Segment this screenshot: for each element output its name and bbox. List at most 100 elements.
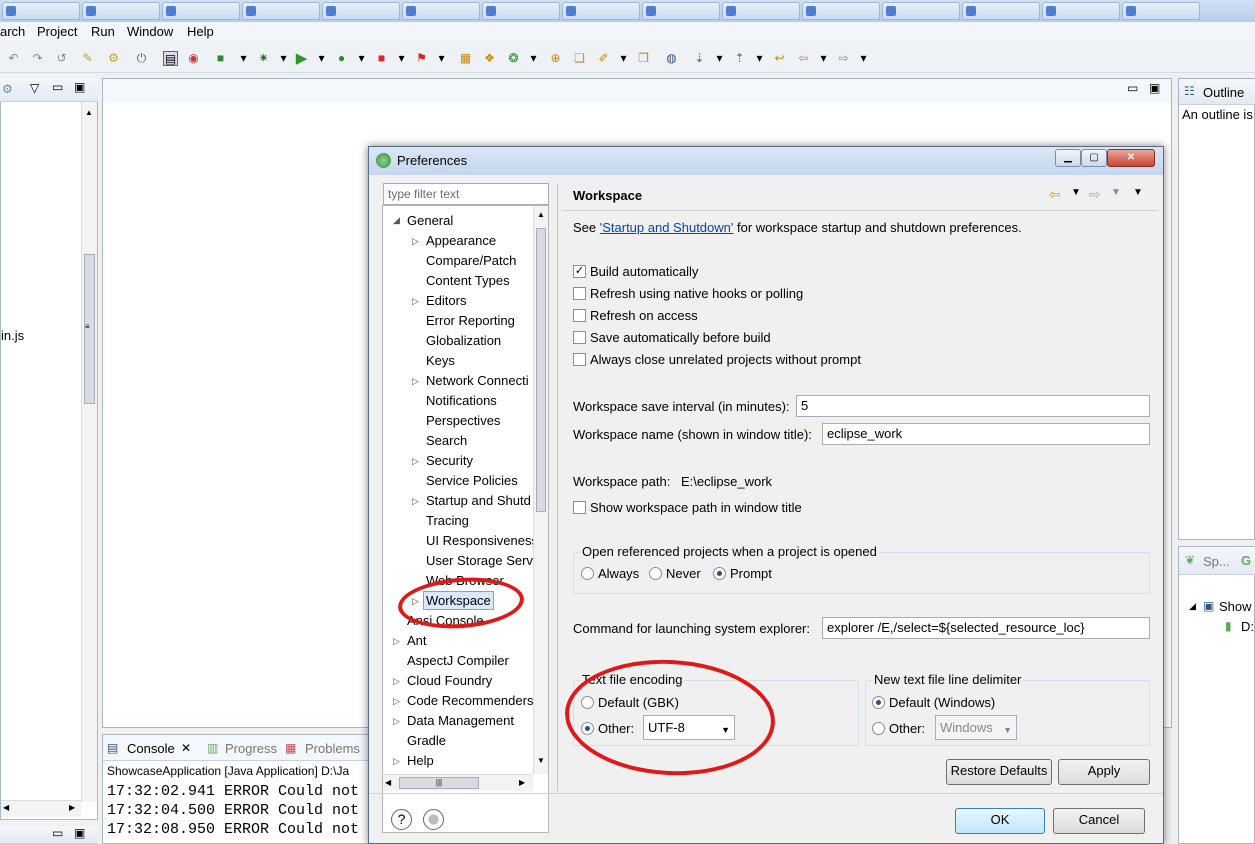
menu-project[interactable]: Project bbox=[37, 24, 77, 39]
tree-item[interactable]: AspectJ Compiler bbox=[407, 653, 509, 668]
tree-item-general[interactable]: General bbox=[407, 213, 453, 228]
power-icon[interactable]: ⏻ bbox=[134, 51, 149, 66]
minimize-icon[interactable]: ▭ bbox=[52, 826, 63, 840]
open-folder-icon[interactable]: ❏ bbox=[572, 51, 587, 66]
collapsed-arrow-icon[interactable]: ▷ bbox=[393, 676, 400, 687]
console-tab[interactable]: Console bbox=[127, 741, 175, 756]
scroll-left-icon[interactable]: ◀ bbox=[385, 778, 391, 787]
menu-help[interactable]: Help bbox=[187, 24, 214, 39]
other-delimiter-radio[interactable] bbox=[872, 722, 885, 735]
startup-shutdown-link[interactable]: 'Startup and Shutdown' bbox=[600, 220, 734, 235]
build-auto-checkbox[interactable]: ✓ bbox=[573, 265, 586, 278]
save-interval-input[interactable]: 5 bbox=[796, 395, 1150, 417]
minimize-icon[interactable]: ▭ bbox=[52, 80, 63, 94]
dropdown-icon[interactable]: ▾ bbox=[354, 51, 369, 66]
collapsed-arrow-icon[interactable]: ▷ bbox=[393, 636, 400, 647]
chevron-down-icon[interactable]: ▼ bbox=[1071, 187, 1081, 198]
window-tab[interactable] bbox=[802, 2, 880, 20]
maximize-icon[interactable]: ▣ bbox=[74, 80, 85, 94]
window-tab[interactable] bbox=[2, 2, 80, 20]
prompt-radio[interactable] bbox=[713, 567, 726, 580]
window-tab[interactable] bbox=[162, 2, 240, 20]
expanded-arrow-icon[interactable]: ◢ bbox=[393, 215, 400, 226]
show-path-checkbox[interactable] bbox=[573, 501, 586, 514]
wizard-icon[interactable]: ✎ bbox=[80, 51, 95, 66]
globe-icon[interactable]: ◍ bbox=[664, 51, 679, 66]
open-type-icon[interactable]: ⊕ bbox=[548, 51, 563, 66]
dropdown-icon[interactable]: ▾ bbox=[752, 51, 767, 66]
tree-item[interactable]: Error Reporting bbox=[426, 313, 515, 328]
tree-item[interactable]: Data Management bbox=[407, 713, 514, 728]
tree-item[interactable]: Content Types bbox=[426, 273, 510, 288]
tree-item[interactable]: Compare/Patch bbox=[426, 253, 516, 268]
dropdown-icon[interactable]: ▾ bbox=[394, 51, 409, 66]
tree-item[interactable]: Keys bbox=[426, 353, 455, 368]
debug-icon[interactable]: ✷ bbox=[256, 51, 271, 66]
dropdown-icon[interactable]: ▾ bbox=[434, 51, 449, 66]
tree-item[interactable]: Appearance bbox=[426, 233, 496, 248]
collapsed-arrow-icon[interactable]: ▷ bbox=[393, 756, 400, 767]
dropdown-icon[interactable]: ▾ bbox=[236, 51, 251, 66]
delimiter-select[interactable]: Windows ▼ bbox=[935, 715, 1017, 740]
dropdown-icon[interactable]: ▾ bbox=[712, 51, 727, 66]
tree-item[interactable]: Notifications bbox=[426, 393, 497, 408]
minimize-icon[interactable]: ▭ bbox=[1127, 81, 1138, 95]
dropdown-icon[interactable]: ▾ bbox=[616, 51, 631, 66]
gradle-tab[interactable]: G bbox=[1241, 553, 1251, 568]
outline-tab[interactable]: Outline bbox=[1203, 85, 1244, 100]
menu-window[interactable]: Window bbox=[127, 24, 173, 39]
view-menu-icon[interactable]: ▼ bbox=[1133, 187, 1143, 198]
collapsed-arrow-icon[interactable]: ▷ bbox=[412, 236, 419, 247]
window-tab[interactable] bbox=[642, 2, 720, 20]
help-icon[interactable]: ? bbox=[391, 809, 412, 830]
collapsed-arrow-icon[interactable]: ▷ bbox=[393, 716, 400, 727]
scroll-thumb[interactable] bbox=[536, 228, 546, 512]
collapse-arrow-icon[interactable]: ◢ bbox=[1189, 601, 1196, 612]
close-unrelated-checkbox[interactable] bbox=[573, 353, 586, 366]
back-icon[interactable]: ↶ bbox=[6, 51, 21, 66]
menu-search[interactable]: arch bbox=[0, 24, 25, 39]
scroll-up-icon[interactable]: ▲ bbox=[537, 210, 545, 219]
maximize-icon[interactable]: ▣ bbox=[74, 826, 85, 840]
always-radio[interactable] bbox=[581, 567, 594, 580]
vertical-scrollbar[interactable]: ▲ ≡ bbox=[81, 102, 97, 802]
refresh-access-checkbox[interactable] bbox=[573, 309, 586, 322]
window-tab[interactable] bbox=[322, 2, 400, 20]
back-arrow-icon[interactable]: ⇦ bbox=[1049, 186, 1061, 203]
tree-item[interactable]: Network Connecti bbox=[426, 373, 529, 388]
close-icon[interactable]: ✕ bbox=[181, 741, 191, 755]
never-radio[interactable] bbox=[649, 567, 662, 580]
dropdown-icon[interactable]: ▾ bbox=[276, 51, 291, 66]
tree-item[interactable]: Cloud Foundry bbox=[407, 673, 492, 688]
forward-arrow-icon[interactable]: ⇨ bbox=[1089, 186, 1101, 203]
cancel-button[interactable]: Cancel bbox=[1053, 808, 1145, 834]
new-spring-icon[interactable]: ❂ bbox=[506, 51, 521, 66]
refactor-icon[interactable]: ⚙ bbox=[106, 51, 121, 66]
command-input[interactable]: explorer /E,/select=${selected_resource_… bbox=[822, 617, 1150, 639]
back-nav-icon[interactable]: ⇦ bbox=[796, 51, 811, 66]
maximize-button[interactable]: ▢ bbox=[1081, 149, 1107, 167]
sub-item[interactable]: D: bbox=[1241, 619, 1254, 634]
window-tab[interactable] bbox=[562, 2, 640, 20]
collapsed-arrow-icon[interactable]: ▷ bbox=[412, 376, 419, 387]
undo-icon[interactable]: ↺ bbox=[54, 51, 69, 66]
tree-item[interactable]: Editors bbox=[426, 293, 466, 308]
default-delimiter-radio[interactable] bbox=[872, 696, 885, 709]
tree-item[interactable]: UI Responsiveness bbox=[426, 533, 538, 548]
search-folder-icon[interactable]: ❐ bbox=[636, 51, 651, 66]
window-tab[interactable] bbox=[1042, 2, 1120, 20]
tree-item[interactable]: Search bbox=[426, 433, 467, 448]
close-button[interactable]: ✕ bbox=[1107, 149, 1155, 167]
tree-vertical-scrollbar[interactable]: ▲ ▼ bbox=[533, 206, 548, 774]
refresh-native-checkbox[interactable] bbox=[573, 287, 586, 300]
filter-input[interactable]: type filter text bbox=[383, 183, 549, 205]
restore-defaults-button[interactable]: Restore Defaults bbox=[946, 759, 1052, 785]
maximize-icon[interactable]: ▣ bbox=[1149, 81, 1160, 95]
tree-item[interactable]: Startup and Shutd bbox=[426, 493, 531, 508]
dropdown-icon[interactable]: ▾ bbox=[856, 51, 871, 66]
window-tab[interactable] bbox=[402, 2, 480, 20]
scroll-left-icon[interactable]: ◀ bbox=[3, 803, 9, 812]
chevron-down-icon[interactable]: ▽ bbox=[30, 81, 39, 95]
forward-nav-icon[interactable]: ⇨ bbox=[836, 51, 851, 66]
collapsed-arrow-icon[interactable]: ▷ bbox=[412, 456, 419, 467]
